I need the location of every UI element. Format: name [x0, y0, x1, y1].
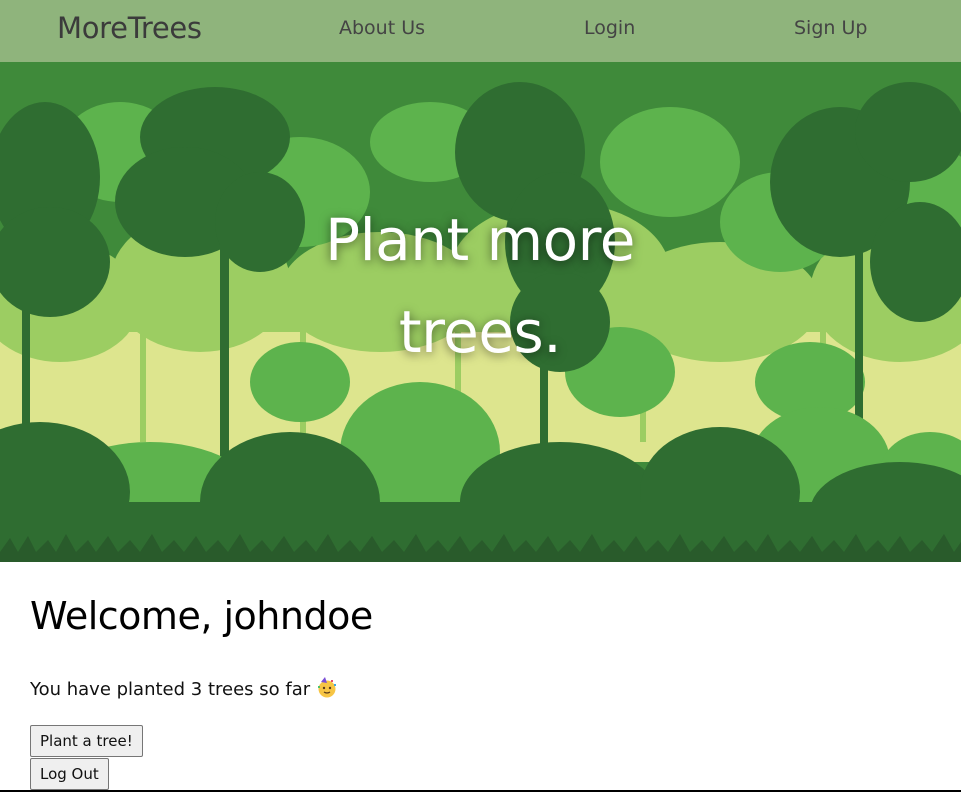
nav-link-about-us[interactable]: About Us: [339, 17, 425, 39]
nav-link-login[interactable]: Login: [584, 17, 635, 39]
hero-banner: Plant more trees.: [0, 62, 961, 562]
brand-logo-link[interactable]: MoreTrees: [57, 11, 202, 45]
trees-planted-text: You have planted 3 trees so far: [30, 677, 338, 700]
top-navbar: MoreTrees About Us Login Sign Up: [0, 0, 961, 62]
plant-tree-button[interactable]: Plant a tree!: [30, 725, 143, 757]
hero-title-line-2: trees.: [398, 298, 562, 366]
log-out-button[interactable]: Log Out: [30, 758, 109, 790]
hero-title: Plant more trees.: [230, 194, 730, 378]
trees-planted-label: You have planted 3 trees so far: [30, 679, 311, 700]
hero-title-line-1: Plant more: [325, 206, 635, 274]
party-face-icon: [316, 677, 338, 699]
welcome-heading: Welcome, johndoe: [30, 594, 373, 638]
nav-link-sign-up[interactable]: Sign Up: [794, 17, 867, 39]
